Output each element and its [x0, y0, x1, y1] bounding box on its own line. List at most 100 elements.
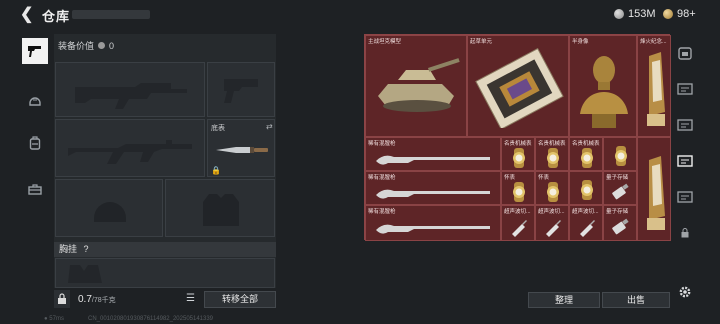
chest-rig-label: 胸挂 — [59, 244, 78, 254]
circuit-board-icon — [475, 48, 564, 128]
rail-box-icon[interactable] — [676, 44, 694, 62]
vest-silhouette-icon — [203, 194, 239, 226]
session-id: CN_001020801930876114982_202505141339 — [88, 316, 214, 322]
stash-item-tank-model[interactable]: 主战坦克模型 — [365, 35, 467, 137]
item-label: 量子存储 — [606, 175, 629, 181]
trophy-icon — [647, 52, 665, 126]
stash-item-rare-rifle-3[interactable]: 稀有混膛枪 — [365, 205, 501, 241]
stash-item-watch-2[interactable]: 名贵机械表 — [535, 137, 569, 171]
list-icon[interactable]: ☰ — [186, 293, 195, 304]
nav-weapons[interactable] — [22, 38, 48, 64]
help-icon[interactable]: ? — [84, 244, 89, 254]
gold-watch-icon — [547, 148, 559, 168]
rail-card-icon-3[interactable] — [676, 188, 694, 206]
knife-icon — [216, 147, 268, 153]
stash-item-ultrasonic-cutter-3[interactable]: 超声波切... — [569, 205, 603, 241]
stash-item-quantum-storage-2[interactable]: 量子存储 — [603, 205, 637, 241]
item-label: 量子存储 — [606, 209, 629, 215]
gold-watch-icon — [513, 182, 525, 202]
rail-card-icon-2[interactable] — [676, 116, 694, 134]
lock-icon — [676, 224, 694, 242]
stash-item-watch-4[interactable] — [603, 137, 637, 171]
stash-item-watch-5[interactable] — [569, 171, 603, 205]
item-label: 主战坦克模型 — [368, 39, 402, 45]
lock-toggle[interactable] — [54, 290, 70, 308]
weight-display: 0.7/78千克 — [78, 294, 116, 305]
stash-item-watch-1[interactable]: 名贵机械表 — [501, 137, 535, 171]
gold-watch-icon — [615, 146, 627, 166]
helmet-icon — [29, 97, 41, 106]
item-label: 名贵机械表 — [572, 141, 600, 147]
gear-icon[interactable] — [678, 285, 692, 299]
back-icon[interactable]: ❮ — [20, 6, 36, 24]
rail-card-icon-active[interactable] — [676, 152, 694, 170]
melee-slot[interactable]: 底表 ⇄ 🔒 — [207, 119, 275, 177]
pistol-icon — [28, 46, 41, 57]
rail-card-icon[interactable] — [676, 80, 694, 98]
currency-main-value: 153M — [628, 8, 656, 20]
gold-watch-icon — [581, 180, 593, 200]
stash-item-memorial[interactable]: 烽火纪念... — [637, 35, 671, 137]
rifle-silhouette-icon — [75, 83, 187, 109]
nav-helmet[interactable] — [22, 88, 48, 114]
item-label: 超声波切... — [504, 209, 531, 215]
item-label: 稀有混膛枪 — [368, 209, 396, 215]
item-label: 稀有混膛枪 — [368, 175, 396, 181]
scalpel-icon — [546, 220, 561, 237]
stash-item-rare-rifle-1[interactable]: 稀有混膛枪 — [365, 137, 501, 171]
trophy-icon — [647, 156, 665, 230]
pistol-silhouette-icon — [224, 79, 258, 103]
melee-label: 底表 — [211, 125, 225, 132]
tank-model-icon — [378, 58, 460, 112]
stash-item-ultrasonic-cutter-1[interactable]: 超声波切... — [501, 205, 535, 241]
stash-item-rare-rifle-2[interactable]: 稀有混膛枪 — [365, 171, 501, 205]
item-label: 稀有混膛枪 — [368, 141, 396, 147]
armor-slot[interactable] — [165, 179, 275, 237]
stash-item-memorial-2[interactable] — [637, 137, 671, 241]
chest-rig-slot[interactable] — [55, 258, 275, 288]
item-label: 名贵机械表 — [538, 141, 566, 147]
gold-watch-icon — [547, 182, 559, 202]
stash-item-draft-unit[interactable]: 起草单元 — [467, 35, 569, 137]
currency-secondary-value: 98+ — [677, 8, 696, 20]
stash-item-ultrasonic-cutter-2[interactable]: 超声波切... — [535, 205, 569, 241]
weight-current: 0.7 — [78, 294, 92, 305]
nav-toolbox[interactable] — [22, 176, 48, 202]
secondary-weapon-slot[interactable] — [55, 119, 205, 177]
backpack-icon — [29, 136, 41, 150]
gold-coin-icon — [663, 9, 673, 19]
ping-indicator: ● 57ms — [44, 316, 64, 322]
ping-value: 57ms — [49, 316, 64, 322]
stash-item-pocket-watch-1[interactable]: 怀表 — [501, 171, 535, 205]
chest-rig-header: 胸挂 ? — [54, 242, 276, 257]
swap-icon[interactable]: ⇄ — [266, 122, 273, 131]
weight-max: /78千克 — [91, 297, 116, 304]
currency-main: 153M — [614, 8, 656, 20]
toolbox-icon — [28, 184, 42, 195]
title-blurred-text — [72, 10, 150, 19]
stash-grid: 主战坦克模型 起草单元 半身像 烽火纪念... 稀有混膛枪 名贵机械表 名贵机械… — [364, 34, 671, 241]
stash-item-pocket-watch-2[interactable]: 怀表 — [535, 171, 569, 205]
currency-secondary: 98+ — [663, 8, 696, 20]
stash-item-watch-3[interactable]: 名贵机械表 — [569, 137, 603, 171]
transfer-all-button[interactable]: 转移全部 — [204, 291, 276, 308]
silver-coin-icon — [614, 9, 624, 19]
equipment-value: 装备价值 0 — [58, 39, 114, 52]
scalpel-icon — [580, 220, 595, 237]
rifle-silhouette-icon — [68, 140, 192, 164]
musket-icon — [376, 155, 490, 165]
stash-item-quantum-storage-1[interactable]: 量子存储 — [603, 171, 637, 205]
page-title: 仓库 — [42, 9, 71, 24]
helmet-slot[interactable] — [55, 179, 163, 237]
sidearm-slot[interactable] — [207, 62, 275, 117]
stash-item-bust[interactable]: 半身像 — [569, 35, 637, 137]
nav-backpack[interactable] — [22, 130, 48, 156]
sort-button[interactable]: 整理 — [528, 292, 600, 308]
primary-weapon-slot[interactable] — [55, 62, 205, 117]
item-label: 怀表 — [504, 175, 516, 181]
helmet-silhouette-icon — [94, 202, 126, 222]
item-label: 起草单元 — [470, 39, 493, 45]
sell-button[interactable]: 出售 — [602, 292, 670, 308]
lock-icon — [58, 293, 66, 304]
scalpel-icon — [512, 220, 527, 237]
